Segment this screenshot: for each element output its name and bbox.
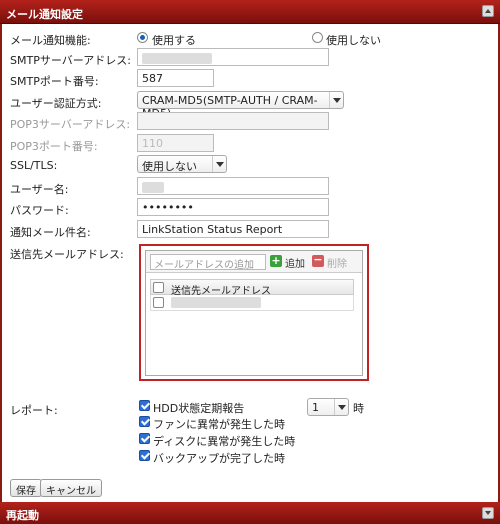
- select-all-checkbox[interactable]: [153, 282, 164, 293]
- report-hour-value: 1: [312, 401, 319, 414]
- restart-title: 再起動: [6, 509, 39, 522]
- report-disk-label: ディスクに異常が発生した時: [153, 435, 296, 448]
- report-backup-label: バックアップが完了した時: [153, 452, 285, 465]
- expand-icon[interactable]: [482, 507, 494, 519]
- table-header: 送信先メールアドレス: [150, 279, 354, 297]
- smtp-server-label: SMTPサーバーアドレス:: [10, 54, 131, 67]
- ssl-value: 使用しない: [142, 160, 197, 173]
- recipients-toolbar: メールアドレスの追加 + 追加 − 削除: [146, 251, 362, 273]
- recipients-label: 送信先メールアドレス:: [10, 248, 124, 261]
- add-button[interactable]: + 追加: [270, 254, 305, 270]
- username-label: ユーザー名:: [10, 183, 69, 196]
- ssl-label: SSL/TLS:: [10, 159, 58, 172]
- delete-button[interactable]: − 削除: [312, 253, 347, 270]
- notify-off-label: 使用しない: [326, 34, 381, 47]
- subject-label: 通知メール件名:: [10, 226, 91, 239]
- save-button[interactable]: 保存: [10, 479, 42, 497]
- row-checkbox[interactable]: [153, 297, 164, 308]
- report-hour-select[interactable]: 1: [307, 398, 349, 416]
- username-input[interactable]: [137, 177, 329, 195]
- chevron-down-icon: [334, 399, 348, 415]
- plus-icon: +: [270, 254, 282, 267]
- recipients-panel: メールアドレスの追加 + 追加 − 削除 送信先メールアドレス: [145, 250, 363, 376]
- smtp-server-input[interactable]: [137, 48, 329, 66]
- pop3-port-input[interactable]: 110: [137, 134, 214, 152]
- auth-label: ユーザー認証方式:: [10, 97, 102, 110]
- add-email-input[interactable]: メールアドレスの追加: [150, 254, 266, 271]
- collapse-icon[interactable]: [482, 5, 494, 17]
- pop3-server-input[interactable]: [137, 112, 329, 130]
- smtp-port-label: SMTPポート番号:: [10, 75, 99, 88]
- password-input[interactable]: ••••••••: [137, 198, 329, 216]
- subject-input[interactable]: LinkStation Status Report: [137, 220, 329, 238]
- chevron-down-icon: [212, 156, 226, 172]
- notify-label: メール通知機能:: [10, 34, 91, 47]
- notify-on-radio[interactable]: [137, 32, 148, 43]
- ssl-select[interactable]: 使用しない: [137, 155, 227, 173]
- smtp-port-input[interactable]: 587: [137, 69, 214, 87]
- notify-off-radio[interactable]: [312, 32, 323, 43]
- report-hour-unit: 時: [353, 402, 364, 415]
- restart-section-header[interactable]: 再起動: [0, 502, 500, 524]
- table-row[interactable]: [150, 295, 354, 311]
- delete-button-label: 削除: [327, 259, 347, 270]
- report-hdd-checkbox[interactable]: [139, 400, 150, 411]
- minus-icon: −: [312, 253, 324, 267]
- cancel-button[interactable]: キャンセル: [40, 479, 102, 497]
- pop3-port-label: POP3ポート番号:: [10, 140, 98, 153]
- recipients-box: メールアドレスの追加 + 追加 − 削除 送信先メールアドレス: [139, 244, 369, 381]
- pop3-server-label: POP3サーバーアドレス:: [10, 118, 131, 131]
- panel-title: メール通知設定: [6, 8, 83, 21]
- report-label: レポート:: [10, 404, 58, 417]
- auth-select[interactable]: CRAM-MD5(SMTP-AUTH / CRAM-MD5): [137, 91, 344, 120]
- notify-on-label: 使用する: [152, 34, 196, 47]
- report-fan-label: ファンに異常が発生した時: [153, 418, 285, 431]
- report-backup-checkbox[interactable]: [139, 450, 150, 461]
- password-label: パスワード:: [10, 204, 69, 217]
- report-disk-checkbox[interactable]: [139, 433, 150, 444]
- report-hdd-label: HDD状態定期報告: [153, 402, 245, 415]
- report-fan-checkbox[interactable]: [139, 416, 150, 427]
- chevron-down-icon: [329, 92, 343, 108]
- add-button-label: 追加: [285, 259, 305, 270]
- panel-header[interactable]: メール通知設定: [0, 0, 500, 24]
- email-value: [171, 297, 261, 308]
